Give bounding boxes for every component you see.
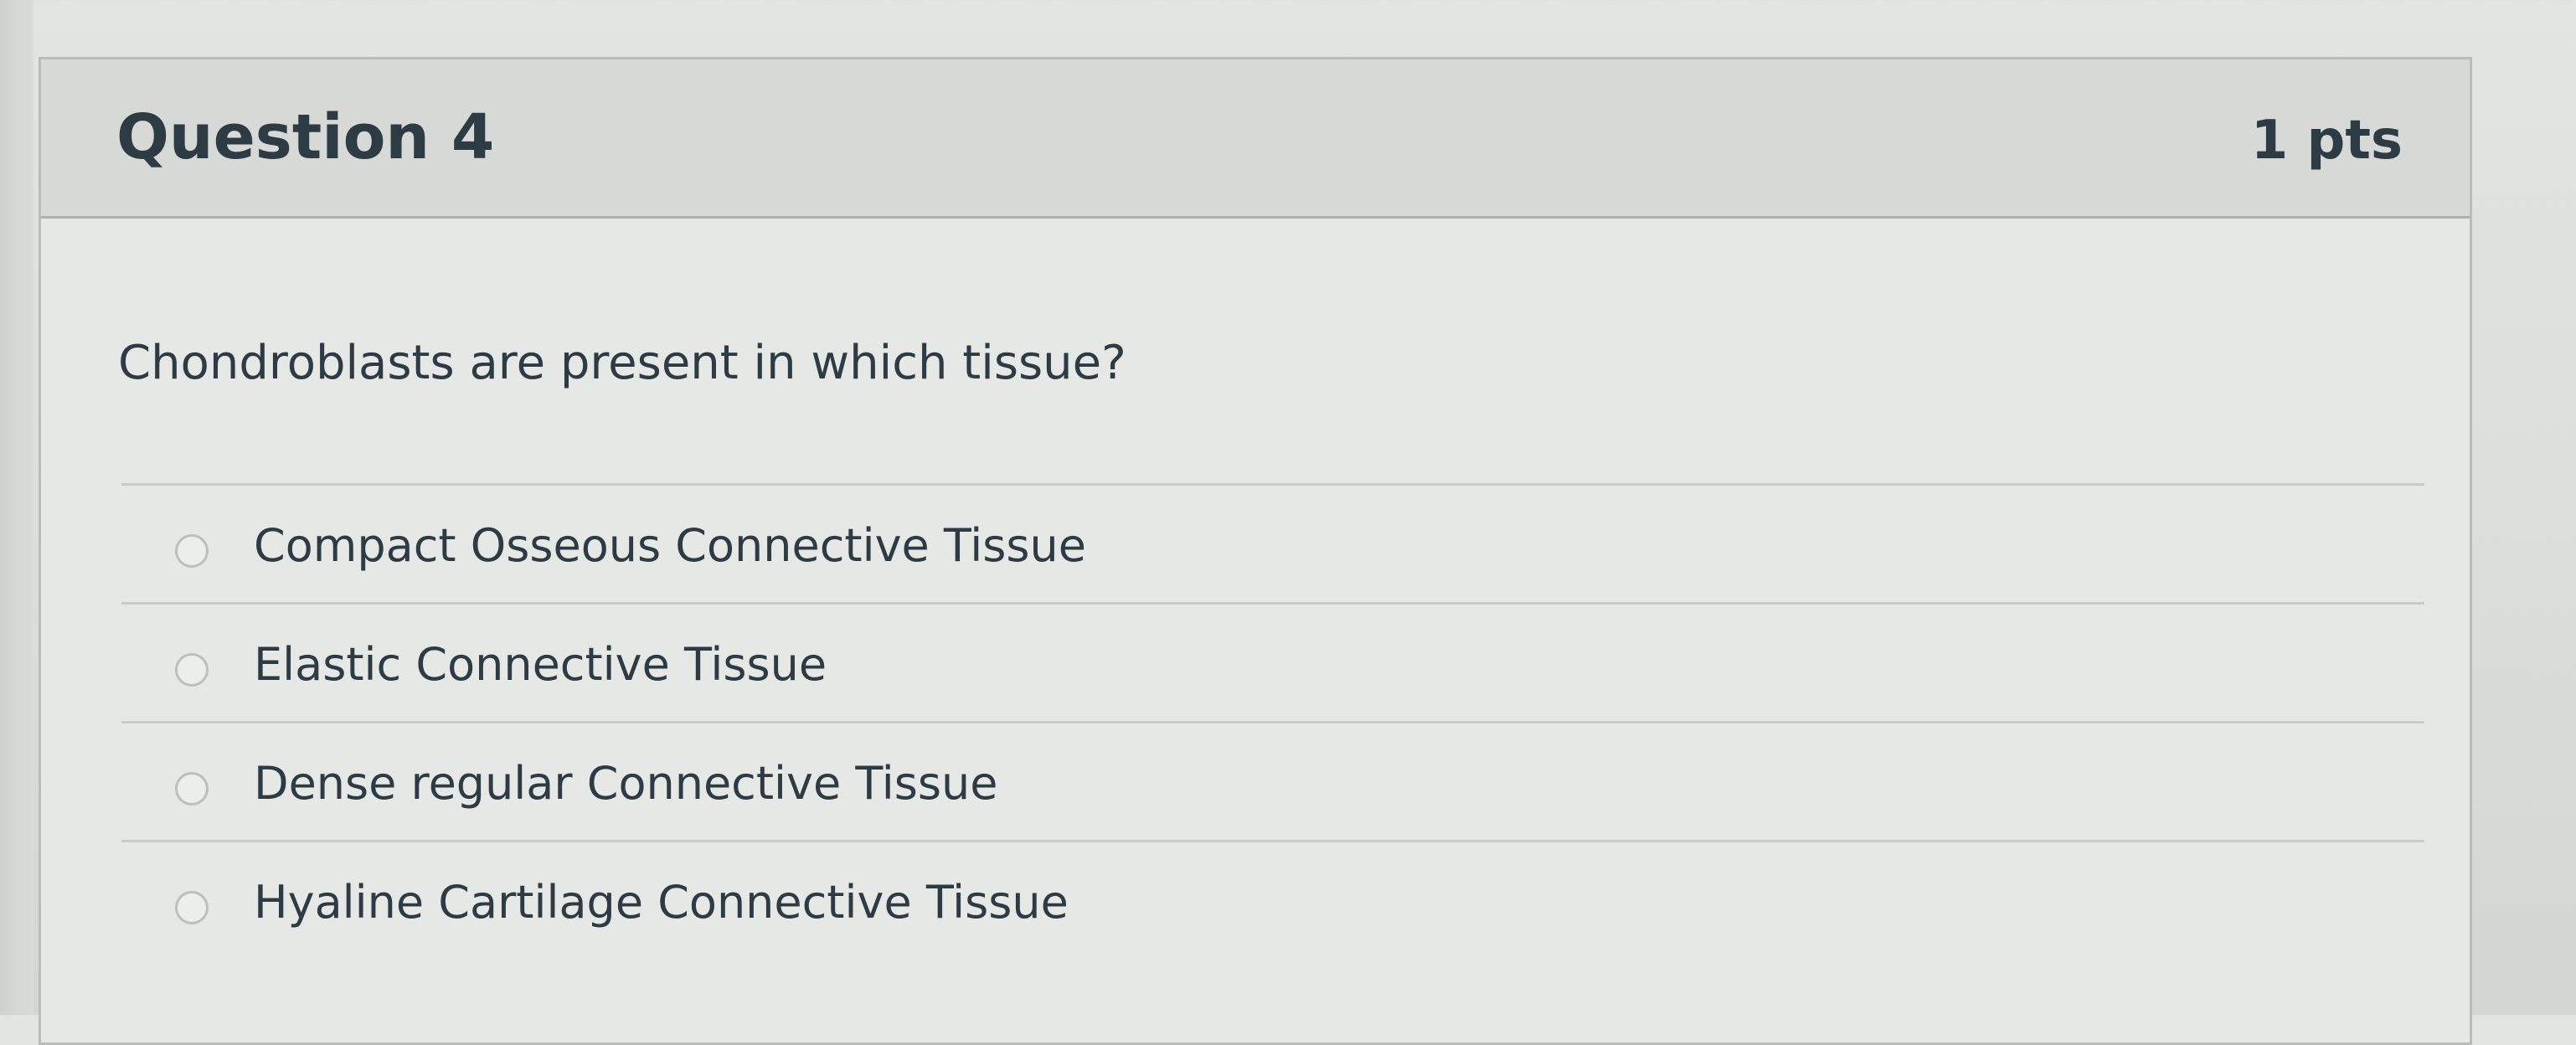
question-header: Question 4 1 pts bbox=[41, 59, 2470, 219]
answer-label[interactable]: Hyaline Cartilage Connective Tissue bbox=[254, 876, 1069, 929]
answer-option[interactable]: Dense regular Connective Tissue bbox=[121, 721, 2424, 840]
answer-label[interactable]: Elastic Connective Tissue bbox=[254, 638, 827, 691]
answer-option[interactable]: Elastic Connective Tissue bbox=[121, 602, 2424, 721]
answer-option[interactable]: Compact Osseous Connective Tissue bbox=[121, 483, 2424, 602]
radio-button[interactable] bbox=[175, 653, 209, 687]
question-text: Chondroblasts are present in which tissu… bbox=[118, 336, 1126, 390]
radio-button[interactable] bbox=[175, 891, 209, 924]
answer-option[interactable]: Hyaline Cartilage Connective Tissue bbox=[121, 840, 2424, 1041]
question-card: Question 4 1 pts Chondroblasts are prese… bbox=[39, 57, 2472, 1045]
answer-label[interactable]: Dense regular Connective Tissue bbox=[254, 757, 997, 810]
question-points: 1 pts bbox=[2250, 110, 2403, 172]
page-edge bbox=[0, 0, 33, 1015]
question-title: Question 4 bbox=[116, 101, 495, 173]
radio-button[interactable] bbox=[175, 772, 209, 806]
radio-button[interactable] bbox=[175, 534, 209, 568]
answer-list: Compact Osseous Connective Tissue Elasti… bbox=[121, 483, 2424, 1041]
answer-label[interactable]: Compact Osseous Connective Tissue bbox=[254, 519, 1086, 572]
